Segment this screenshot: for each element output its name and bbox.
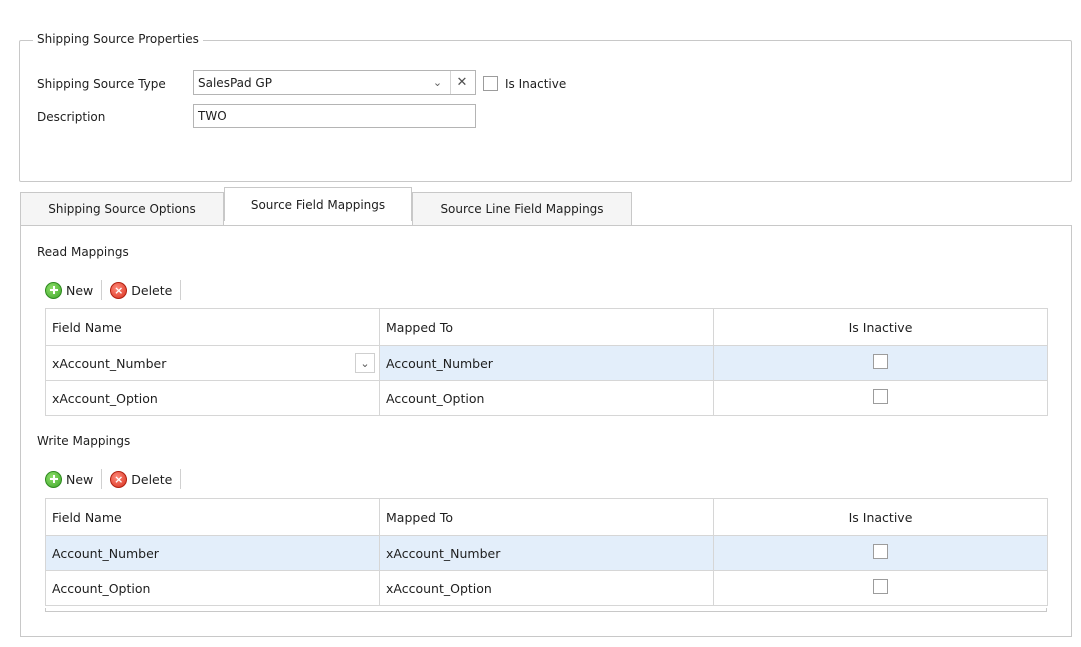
is-inactive-cell[interactable] (713, 380, 1048, 416)
is-inactive-cell[interactable] (713, 570, 1048, 606)
column-header-field-name[interactable]: Field Name (45, 498, 380, 536)
properties-groupbox (19, 40, 1072, 182)
is-inactive-label: Is Inactive (505, 77, 567, 91)
mapped-to-cell[interactable]: xAccount_Option (379, 570, 714, 606)
column-header-is-inactive[interactable]: Is Inactive (713, 498, 1048, 536)
read-new-label: New (66, 282, 94, 298)
tab-source-field-mappings[interactable]: Source Field Mappings (224, 187, 412, 221)
mapped-to-cell[interactable]: Account_Option (379, 380, 714, 416)
write-mappings-grid: Field Name Mapped To Is Inactive Account… (45, 498, 1048, 606)
write-new-label: New (66, 471, 94, 487)
plus-circle-icon (45, 281, 62, 299)
toolbar-separator (101, 469, 103, 489)
mapped-to-cell[interactable]: Account_Number (379, 345, 714, 381)
table-row[interactable]: xAccount_Option Account_Option (45, 380, 1048, 416)
field-name-cell[interactable]: Account_Option (45, 570, 380, 606)
plus-circle-icon (45, 470, 62, 488)
tab-source-line-field-mappings[interactable]: Source Line Field Mappings (412, 192, 632, 225)
write-delete-label: Delete (131, 471, 173, 487)
table-row[interactable]: Account_Number xAccount_Number (45, 535, 1048, 571)
is-inactive-cell[interactable] (713, 535, 1048, 571)
mapped-to-cell[interactable]: xAccount_Number (379, 535, 714, 571)
grid-header-row: Field Name Mapped To Is Inactive (45, 308, 1048, 346)
read-mappings-grid: Field Name Mapped To Is Inactive xAccoun… (45, 308, 1048, 416)
toolbar-separator (180, 280, 182, 300)
is-inactive-checkbox[interactable] (483, 76, 498, 91)
column-header-mapped-to[interactable]: Mapped To (379, 308, 714, 346)
chevron-down-icon[interactable]: ⌄ (355, 353, 375, 373)
write-delete-button[interactable]: × Delete (106, 470, 176, 488)
shipping-source-form: Shipping Source Properties Shipping Sour… (0, 0, 1081, 647)
write-mappings-title: Write Mappings (37, 434, 131, 448)
properties-legend: Shipping Source Properties (33, 32, 203, 46)
toolbar-separator (101, 280, 103, 300)
toolbar-separator (180, 469, 182, 489)
is-inactive-checkbox[interactable] (873, 579, 888, 594)
x-circle-icon: × (110, 470, 128, 488)
chevron-down-icon[interactable]: ⌄ (426, 71, 449, 94)
source-type-label: Shipping Source Type (37, 77, 166, 91)
read-new-button[interactable]: New (41, 281, 97, 299)
grid-header-row: Field Name Mapped To Is Inactive (45, 498, 1048, 536)
column-header-is-inactive[interactable]: Is Inactive (713, 308, 1048, 346)
source-type-value: SalesPad GP (198, 76, 272, 90)
grid-footer (45, 608, 1047, 612)
is-inactive-cell[interactable] (713, 345, 1048, 381)
column-header-mapped-to[interactable]: Mapped To (379, 498, 714, 536)
table-row[interactable]: xAccount_Number ⌄ Account_Number (45, 345, 1048, 381)
read-mappings-title: Read Mappings (37, 245, 129, 259)
read-mappings-toolbar: New × Delete (41, 276, 185, 304)
field-name-cell[interactable]: Account_Number (45, 535, 380, 571)
description-field[interactable]: TWO (193, 104, 476, 128)
field-name-editor[interactable]: xAccount_Number ⌄ (45, 345, 380, 381)
x-circle-icon: × (110, 281, 128, 299)
is-inactive-checkbox[interactable] (873, 354, 888, 369)
is-inactive-checkbox[interactable] (873, 544, 888, 559)
read-delete-button[interactable]: × Delete (106, 281, 176, 299)
write-mappings-toolbar: New × Delete (41, 465, 185, 493)
tab-shipping-source-options[interactable]: Shipping Source Options (20, 192, 224, 225)
write-new-button[interactable]: New (41, 470, 97, 488)
source-type-combo[interactable]: SalesPad GP ⌄ ✕ (193, 70, 476, 95)
table-row[interactable]: Account_Option xAccount_Option (45, 570, 1048, 606)
close-icon[interactable]: ✕ (450, 71, 473, 94)
description-label: Description (37, 110, 106, 124)
is-inactive-checkbox[interactable] (873, 389, 888, 404)
column-header-field-name[interactable]: Field Name (45, 308, 380, 346)
read-delete-label: Delete (131, 282, 173, 298)
field-name-cell: xAccount_Number (52, 355, 167, 371)
field-name-cell[interactable]: xAccount_Option (45, 380, 380, 416)
